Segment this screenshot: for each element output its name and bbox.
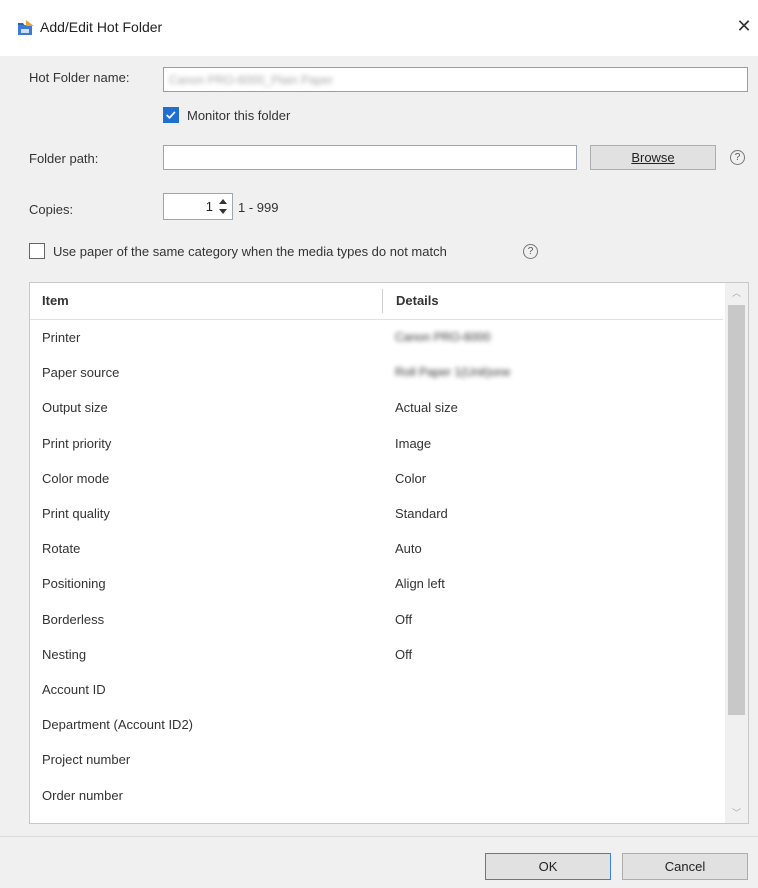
copies-stepper[interactable]: 1 bbox=[163, 193, 233, 220]
table-row[interactable]: Rotate Auto bbox=[30, 532, 723, 567]
row-details-value: Align left bbox=[395, 576, 445, 592]
ok-button[interactable]: OK bbox=[485, 853, 611, 880]
row-details-value: Off bbox=[395, 646, 413, 662]
row-item-label: Department (Account ID2) bbox=[42, 717, 194, 733]
row-details-value: Canon PRO-6000 bbox=[395, 330, 491, 344]
scrollbar[interactable]: ︿ ﹀ bbox=[725, 283, 748, 823]
row-details-value: Color bbox=[395, 470, 427, 486]
same-category-checkbox[interactable] bbox=[29, 243, 45, 259]
hot-folder-name-value: Canon PRO-6000_Plain Paper bbox=[169, 73, 334, 87]
copies-range: 1 - 999 bbox=[238, 200, 279, 215]
browse-button-label: Browse bbox=[631, 150, 675, 165]
row-details-value: Off bbox=[395, 611, 413, 627]
monitor-folder-checkbox[interactable] bbox=[163, 107, 179, 123]
row-item-label: Borderless bbox=[42, 611, 105, 627]
row-item-label: Order number bbox=[42, 787, 123, 803]
hot-folder-name-label: Hot Folder name: bbox=[29, 70, 130, 85]
footer-divider bbox=[0, 836, 758, 837]
help-icon[interactable]: ? bbox=[523, 244, 538, 259]
table-row[interactable]: Print priority Image bbox=[30, 427, 723, 462]
scroll-down-icon[interactable]: ﹀ bbox=[725, 804, 748, 822]
row-details-value: Actual size bbox=[395, 400, 458, 416]
table-row[interactable]: Printer Canon PRO-6000 bbox=[30, 321, 723, 356]
hot-folder-icon bbox=[18, 20, 34, 35]
hot-folder-name-input[interactable]: Canon PRO-6000_Plain Paper bbox=[163, 67, 748, 92]
close-icon[interactable]: ✕ bbox=[734, 16, 754, 36]
table-row[interactable]: Department (Account ID2) bbox=[30, 708, 723, 743]
row-item-label: Account ID bbox=[42, 682, 106, 697]
browse-button[interactable]: Browse bbox=[590, 145, 716, 170]
column-header-item[interactable]: Item bbox=[42, 283, 69, 319]
spin-arrows-icon[interactable] bbox=[217, 196, 229, 217]
table-row[interactable]: Paper source Roll Paper 1(Unit)one bbox=[30, 356, 723, 391]
row-item-label: Printer bbox=[42, 330, 81, 345]
window-title: Add/Edit Hot Folder bbox=[40, 19, 163, 35]
row-item-label: Positioning bbox=[42, 576, 106, 592]
row-item-label: Project number bbox=[42, 752, 131, 768]
table-row[interactable]: Nesting Off bbox=[30, 638, 723, 673]
row-item-label: Print priority bbox=[42, 435, 112, 451]
checkmark-icon bbox=[166, 111, 176, 120]
row-item-label: Output size bbox=[42, 400, 108, 416]
table-row[interactable]: Borderless Off bbox=[30, 603, 723, 638]
table-row[interactable]: Color mode Color bbox=[30, 462, 723, 497]
folder-path-input[interactable] bbox=[163, 145, 577, 170]
row-item-label: Print quality bbox=[42, 506, 110, 521]
table-row[interactable]: Project number bbox=[30, 743, 723, 778]
table-row[interactable]: Print quality Standard bbox=[30, 497, 723, 532]
row-details-value: Standard bbox=[395, 506, 448, 521]
row-item-label: Color mode bbox=[42, 470, 110, 486]
table-row[interactable]: Output size Actual size bbox=[30, 391, 723, 426]
same-category-label: Use paper of the same category when the … bbox=[53, 244, 447, 259]
row-details-value: Roll Paper 1(Unit)one bbox=[395, 365, 511, 380]
help-icon[interactable]: ? bbox=[730, 150, 745, 165]
table-row[interactable]: Positioning Align left bbox=[30, 567, 723, 602]
folder-path-label: Folder path: bbox=[29, 151, 99, 166]
row-details-value: Auto bbox=[395, 541, 422, 557]
table-row[interactable]: Order number bbox=[30, 779, 723, 814]
row-item-label: Rotate bbox=[42, 541, 81, 557]
settings-list: Item Details Printer Canon PRO-6000 Paper … bbox=[29, 282, 749, 824]
copies-value: 1 bbox=[205, 199, 213, 214]
header-divider bbox=[30, 319, 723, 320]
row-item-label: Paper source bbox=[42, 365, 120, 381]
table-row[interactable]: Account ID bbox=[30, 673, 723, 708]
cancel-button[interactable]: Cancel bbox=[622, 853, 748, 880]
row-item-label: Nesting bbox=[42, 646, 87, 662]
monitor-folder-label: Monitor this folder bbox=[187, 108, 291, 123]
column-header-details[interactable]: Details bbox=[396, 283, 439, 319]
row-details-value: Image bbox=[395, 435, 432, 451]
copies-label: Copies: bbox=[29, 202, 74, 217]
column-divider[interactable] bbox=[382, 289, 383, 313]
scroll-thumb[interactable] bbox=[728, 305, 745, 715]
scroll-up-icon[interactable]: ︿ bbox=[725, 284, 748, 302]
